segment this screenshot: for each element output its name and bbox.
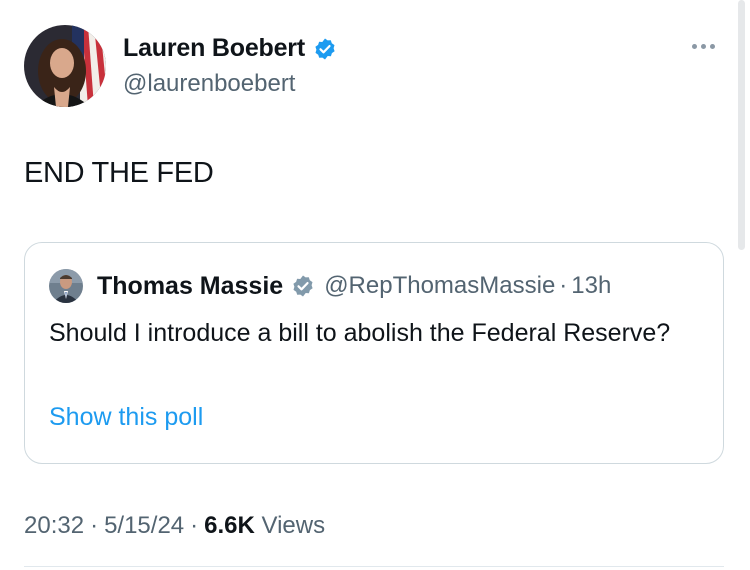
more-horizontal-icon — [710, 44, 715, 49]
verified-badge-icon — [291, 274, 315, 298]
more-horizontal-icon — [692, 44, 697, 49]
quoted-tweet-text: Should I introduce a bill to abolish the… — [49, 319, 671, 347]
divider — [24, 566, 724, 567]
quoted-tweet-card[interactable]: Thomas Massie @RepThomasMassie · 13h Sho… — [24, 242, 724, 464]
scrollbar[interactable] — [738, 0, 745, 250]
more-options-button[interactable] — [692, 40, 715, 53]
separator-dot: · — [559, 272, 568, 299]
tweet-date[interactable]: 5/15/24 — [104, 512, 184, 539]
quoted-tweet-time[interactable]: 13h — [571, 272, 611, 300]
views-count: 6.6K — [204, 512, 255, 539]
quoted-tweet-header: Thomas Massie @RepThomasMassie · 13h — [49, 269, 611, 303]
author-avatar[interactable] — [24, 25, 106, 107]
tweet-meta: 20:32 · 5/15/24 · 6.6K Views — [24, 512, 325, 540]
quoted-author-handle[interactable]: @RepThomasMassie — [324, 272, 555, 300]
author-name-row: Lauren Boebert — [123, 34, 337, 63]
author-name[interactable]: Lauren Boebert — [123, 34, 305, 63]
show-poll-link[interactable]: Show this poll — [49, 403, 203, 432]
author-handle[interactable]: @laurenboebert — [123, 70, 295, 98]
verified-badge-icon — [313, 37, 337, 61]
quoted-author-name[interactable]: Thomas Massie — [97, 272, 283, 301]
tweet-text: END THE FED — [24, 157, 214, 189]
more-horizontal-icon — [701, 44, 706, 49]
separator-dot: · — [190, 512, 199, 539]
separator-dot: · — [90, 512, 99, 539]
quoted-author-avatar[interactable] — [49, 269, 83, 303]
views-label: Views — [261, 512, 326, 539]
tweet-time[interactable]: 20:32 — [24, 512, 84, 539]
